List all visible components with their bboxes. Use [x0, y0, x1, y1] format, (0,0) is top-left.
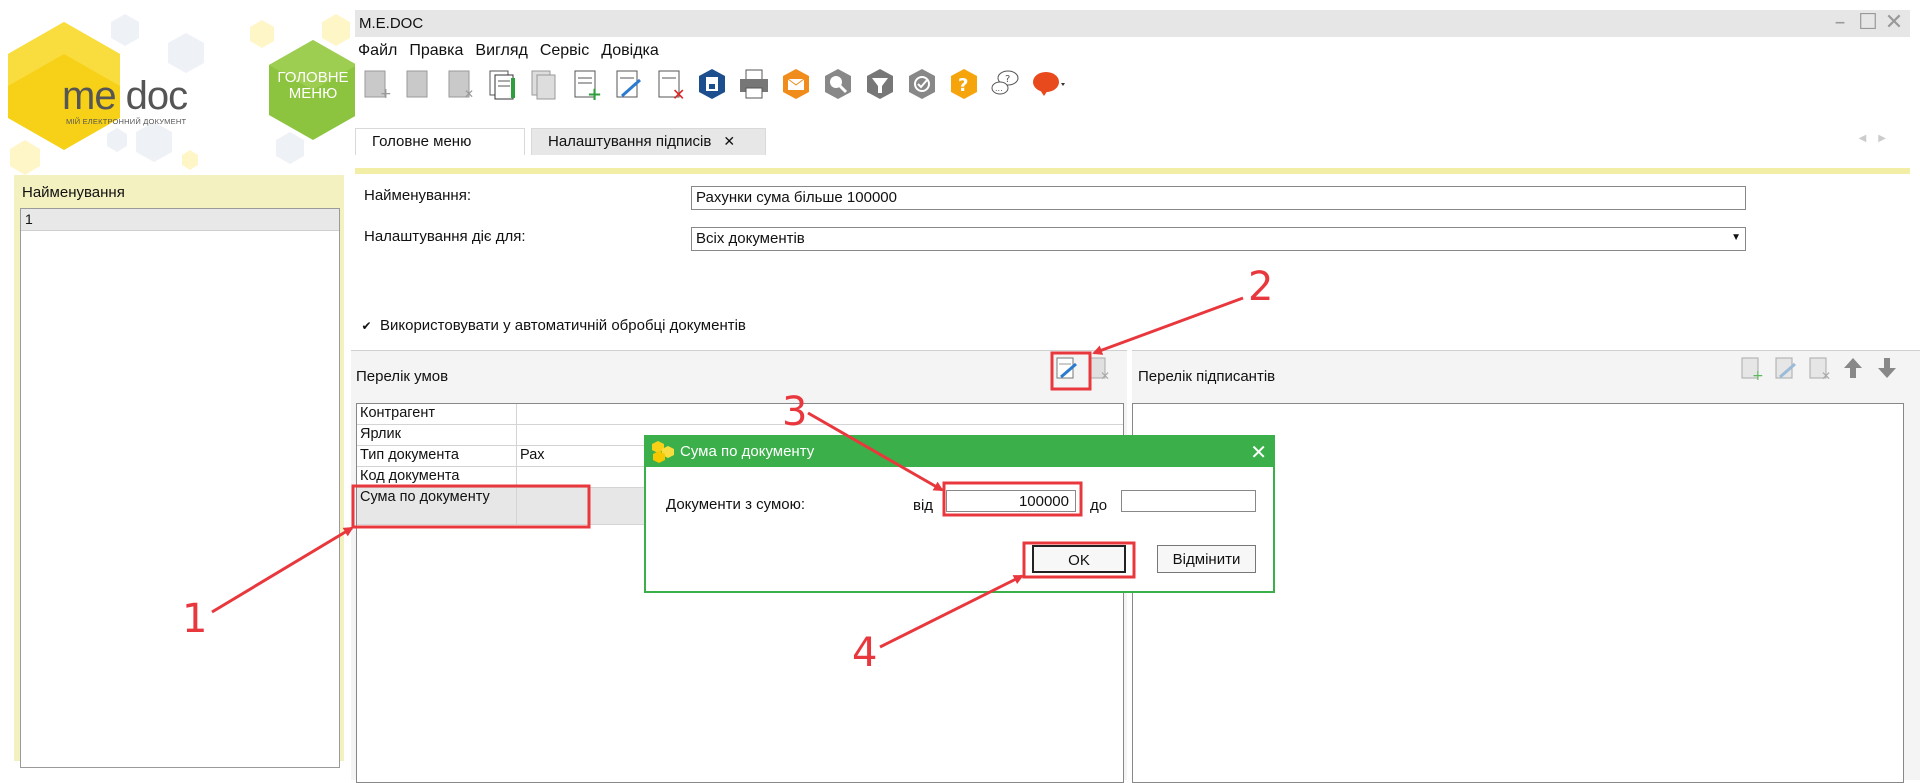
tab-strip: Головне меню Налаштування підписів ✕ ◀▶ — [355, 125, 1910, 158]
delete-document-icon[interactable]: ✕ — [442, 66, 478, 102]
menu-service[interactable]: Сервіс — [540, 42, 589, 62]
print-icon[interactable] — [736, 66, 772, 102]
svg-text:✕: ✕ — [464, 87, 474, 101]
dialog-title: Сума по документу — [680, 443, 815, 460]
brand-logo-text: me doc — [62, 74, 188, 118]
new-document-icon[interactable]: + — [358, 66, 394, 102]
auto-processing-checkbox[interactable]: ✔ — [360, 320, 373, 333]
edit-row-icon[interactable] — [610, 66, 646, 102]
menu-bar: Файл Правка Вигляд Сервіс Довідка — [358, 42, 659, 62]
svg-text:✕: ✕ — [1821, 369, 1831, 381]
svg-text:+: + — [587, 84, 602, 102]
conditions-toolbar: ✕ — [1053, 355, 1111, 383]
amount-from-input[interactable]: 100000 — [946, 490, 1076, 512]
svg-text:✕: ✕ — [1100, 369, 1110, 381]
condition-value — [517, 404, 1123, 424]
arrow-up-icon[interactable] — [1840, 355, 1866, 381]
toolbar: + ✕ + ✕ ? ?... — [358, 64, 1066, 105]
condition-name: Код документа — [357, 467, 517, 487]
table-row[interactable]: Контрагент — [357, 404, 1123, 425]
svg-text:+: + — [380, 86, 392, 102]
close-window-icon[interactable]: ✕ — [1882, 12, 1906, 36]
amount-to-input[interactable] — [1121, 490, 1256, 512]
delete-row-icon[interactable]: ✕ — [652, 66, 688, 104]
signatories-toolbar: + ✕ — [1738, 355, 1900, 384]
send-icon[interactable] — [778, 66, 814, 102]
settings-list: 1 — [20, 208, 340, 768]
maximize-icon[interactable]: ☐ — [1856, 12, 1880, 36]
tab-home-menu[interactable]: Головне меню — [355, 128, 525, 155]
search-icon[interactable] — [820, 66, 856, 102]
arrow-down-icon[interactable] — [1874, 355, 1900, 381]
condition-name: Тип документа — [357, 446, 517, 466]
to-label: до — [1090, 497, 1108, 514]
svg-text:+: + — [1752, 368, 1764, 381]
duplicate-icon[interactable] — [526, 66, 562, 102]
applies-select[interactable]: Всіх документів ▼ — [691, 227, 1746, 251]
edit-condition-icon[interactable] — [1053, 355, 1079, 381]
tab-close-icon[interactable]: ✕ — [723, 133, 735, 149]
auto-processing-label: Використовувати у автоматичній обробці д… — [380, 317, 746, 334]
name-field[interactable]: Рахунки сума більше 100000 — [691, 186, 1746, 210]
window-titlebar: M.E.DOC – ☐ ✕ — [355, 10, 1910, 37]
minimize-icon[interactable]: – — [1828, 12, 1852, 36]
amount-dialog: Сума по документу ✕ Документи з сумою: в… — [644, 435, 1275, 593]
menu-file[interactable]: Файл — [358, 42, 397, 62]
logo-area: me doc МІЙ ЕЛЕКТРОННИЙ ДОКУМЕНТ ГОЛОВНЕ … — [0, 0, 355, 175]
brand-tagline: МІЙ ЕЛЕКТРОННИЙ ДОКУМЕНТ — [66, 117, 187, 126]
menu-view[interactable]: Вигляд — [475, 42, 527, 62]
save-icon[interactable] — [694, 66, 730, 102]
tab-underline — [355, 168, 1910, 174]
condition-name: Контрагент — [357, 404, 517, 424]
window-title: M.E.DOC — [359, 15, 424, 32]
copy-icon[interactable] — [484, 66, 520, 102]
svg-text:?: ? — [958, 75, 968, 96]
delete-signatory-icon[interactable]: ✕ — [1806, 355, 1832, 383]
feedback-icon[interactable] — [1030, 66, 1066, 102]
svg-text:...: ... — [995, 84, 1003, 93]
chevron-down-icon[interactable]: ▼ — [1731, 232, 1741, 243]
add-row-icon[interactable]: + — [568, 66, 604, 105]
sign-icon[interactable] — [904, 66, 940, 102]
help-icon[interactable]: ? — [946, 66, 982, 102]
menu-edit[interactable]: Правка — [409, 42, 463, 62]
conditions-title: Перелік умов — [356, 368, 449, 385]
tab-signature-settings[interactable]: Налаштування підписів ✕ — [531, 128, 766, 155]
cancel-button[interactable]: Відмінити — [1157, 545, 1256, 573]
left-list-header: Найменування — [22, 184, 125, 201]
tab-scroll-arrows[interactable]: ◀▶ — [1859, 133, 1898, 144]
svg-text:✕: ✕ — [672, 85, 685, 102]
signatories-title: Перелік підписантів — [1138, 368, 1276, 385]
tab-home-label: Головне меню — [372, 133, 472, 150]
applies-select-value: Всіх документів — [696, 230, 805, 247]
home-menu-button[interactable]: ГОЛОВНЕ МЕНЮ — [273, 70, 353, 102]
delete-condition-icon[interactable]: ✕ — [1085, 355, 1111, 383]
amount-label: Документи з сумою: — [666, 496, 806, 513]
tab-sign-label: Налаштування підписів — [548, 133, 712, 150]
dialog-close-icon[interactable]: ✕ — [1250, 440, 1267, 464]
condition-name: Сума по документу — [357, 488, 517, 524]
chat-icon[interactable]: ?... — [988, 66, 1024, 102]
left-panel: Найменування 1 — [14, 175, 344, 768]
open-document-icon[interactable] — [400, 66, 436, 102]
medoc-app-icon — [652, 441, 674, 463]
name-label: Найменування: — [364, 187, 471, 204]
ok-button[interactable]: OK — [1032, 545, 1126, 573]
applies-label: Налаштування діє для: — [364, 228, 526, 245]
add-signatory-icon[interactable]: + — [1738, 355, 1764, 384]
dialog-titlebar: Сума по документу ✕ — [646, 437, 1273, 467]
menu-help[interactable]: Довідка — [601, 42, 659, 62]
from-label: від — [913, 497, 934, 514]
condition-name: Ярлик — [357, 425, 517, 445]
list-item[interactable]: 1 — [21, 209, 339, 231]
edit-signatory-icon[interactable] — [1772, 355, 1798, 381]
filter-icon[interactable] — [862, 66, 898, 102]
